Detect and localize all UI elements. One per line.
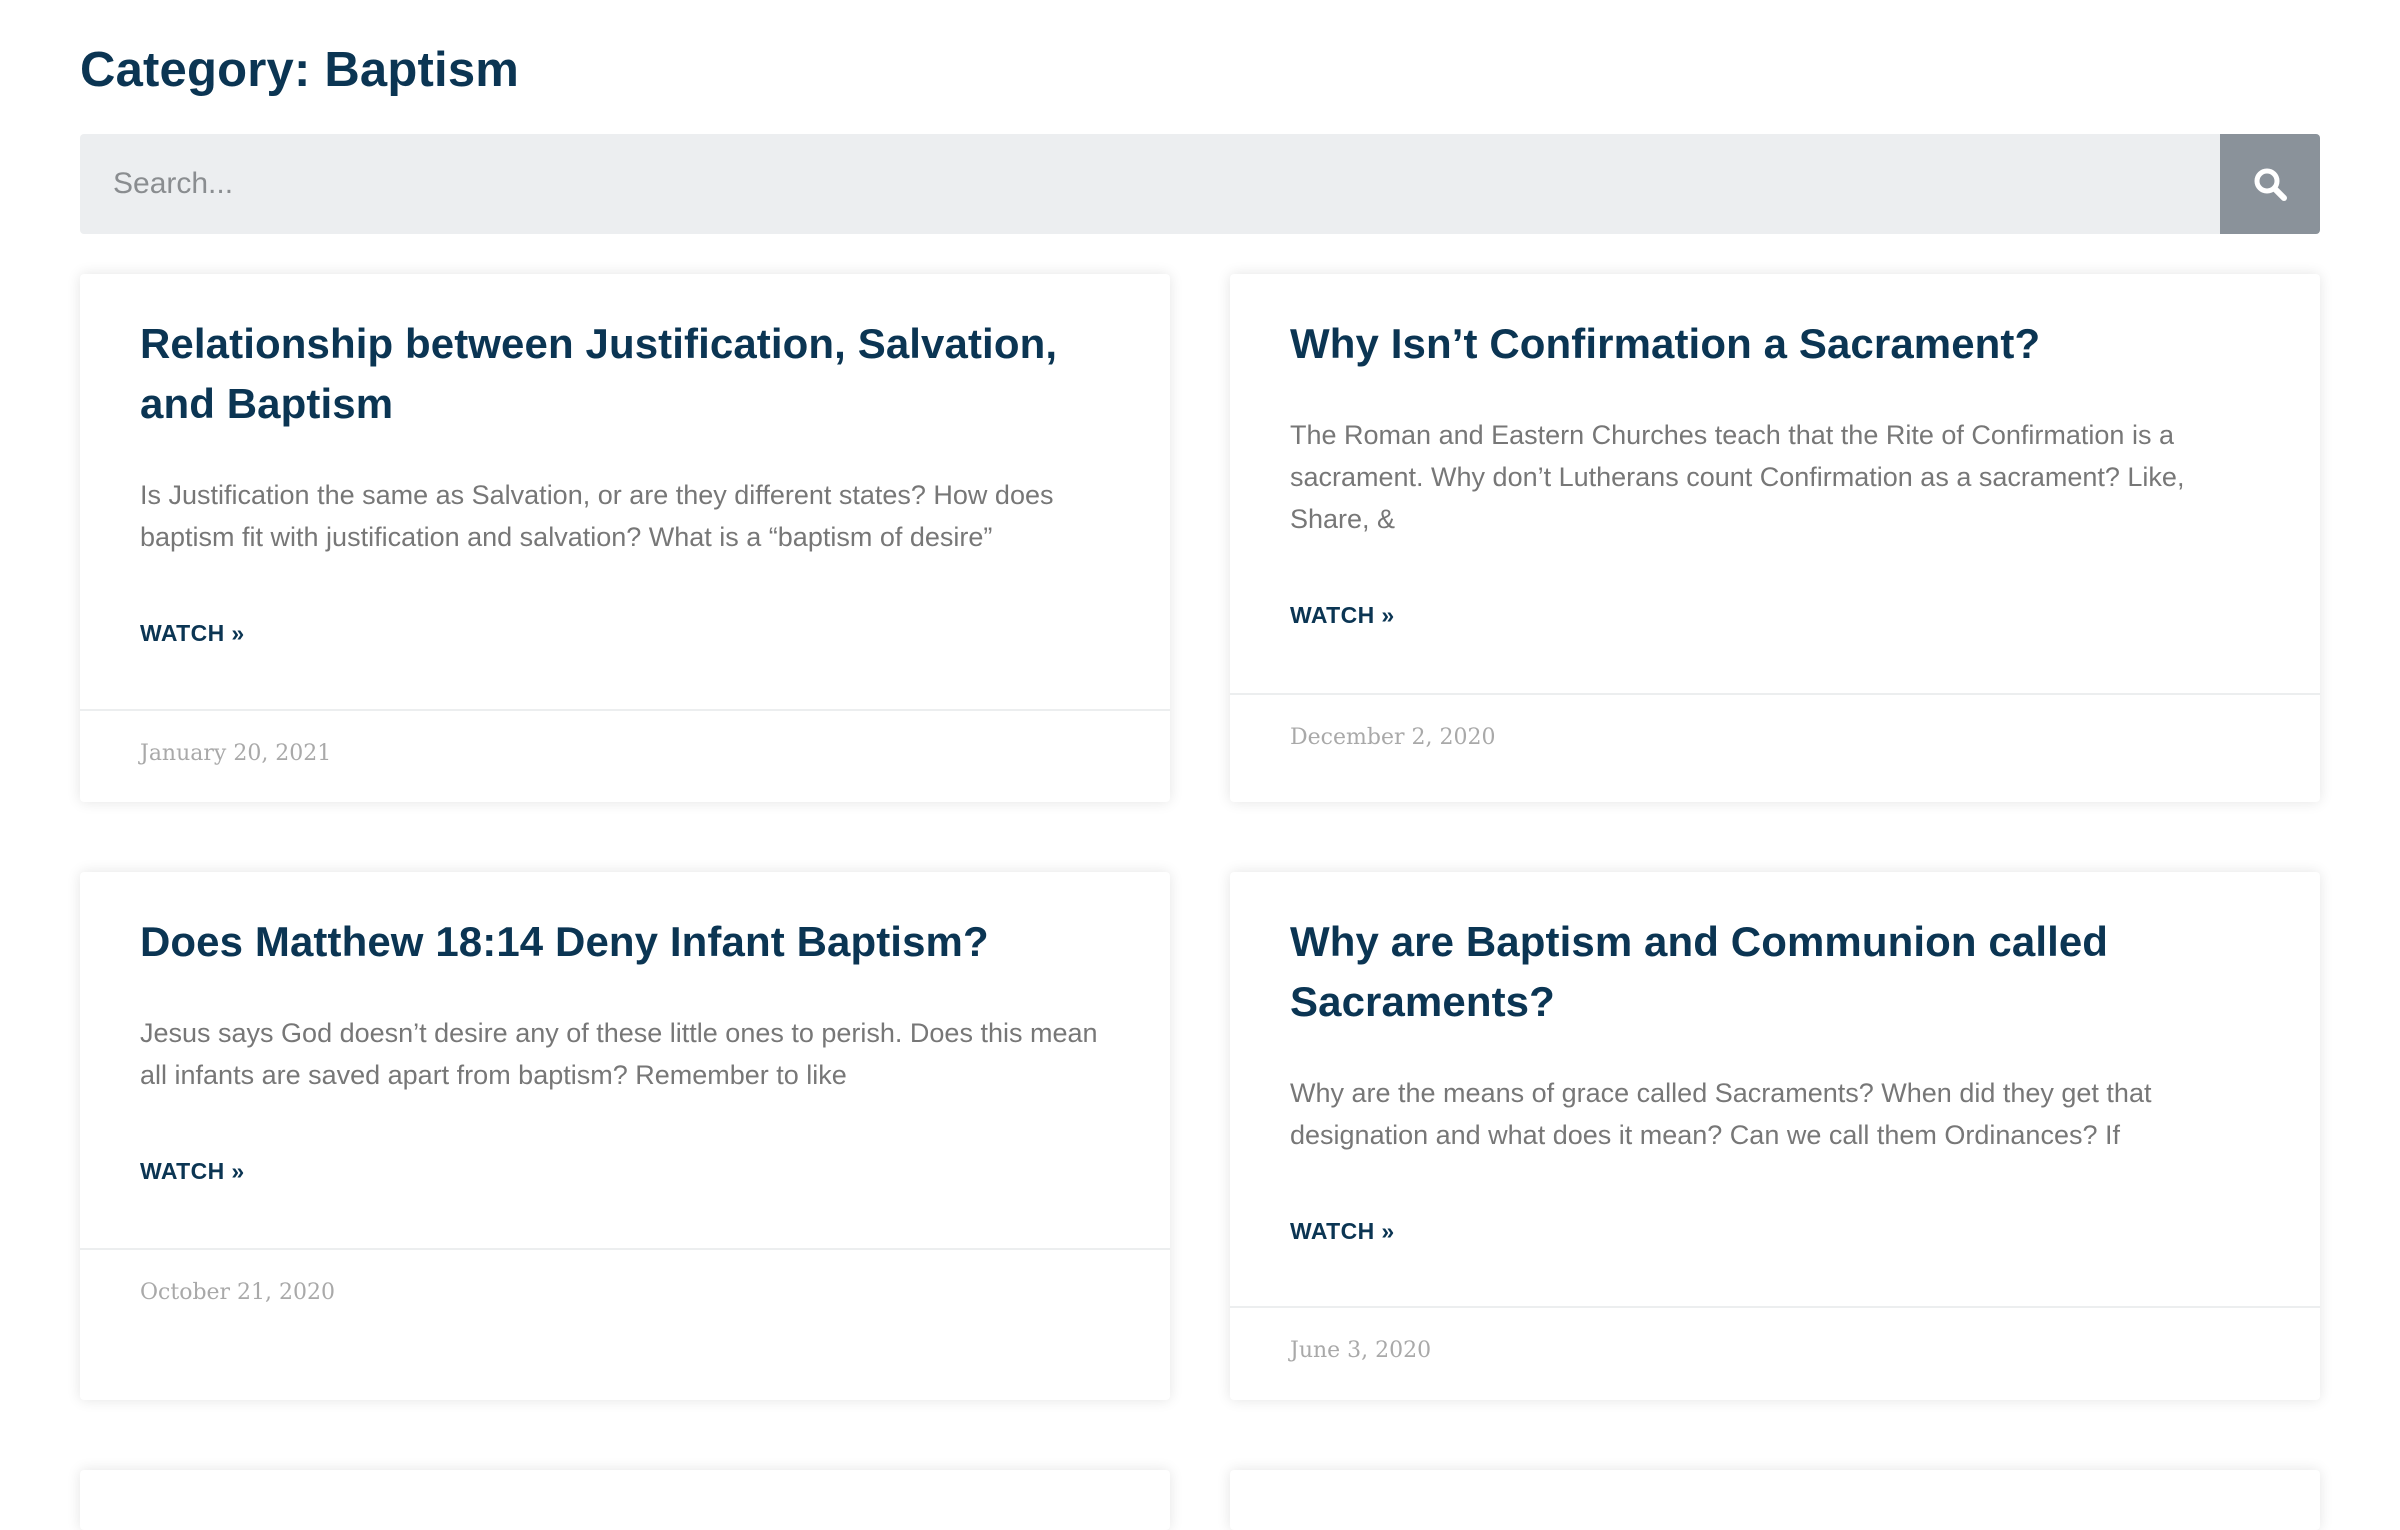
post-meta: December 2, 2020 (1230, 693, 2320, 802)
watch-link[interactable]: WATCH » (1290, 1218, 1395, 1245)
search-button[interactable] (2220, 134, 2320, 234)
post-excerpt: Jesus says God doesn’t desire any of the… (140, 1018, 1098, 1090)
post-excerpt: The Roman and Eastern Churches teach tha… (1290, 420, 2185, 534)
search-form (80, 134, 2320, 234)
post-excerpt: Why are the means of grace called Sacram… (1290, 1078, 2152, 1150)
post-title[interactable]: Relationship between Justification, Salv… (140, 314, 1110, 434)
post-date: December 2, 2020 (1290, 725, 1496, 750)
post-title[interactable]: Why Isn’t Confirmation a Sacrament? (1290, 314, 2260, 374)
post-excerpt: Is Justification the same as Salvation, … (140, 480, 1054, 552)
post-card: Why are Baptism and Communion called Sac… (1230, 872, 2320, 1400)
watch-link[interactable]: WATCH » (1290, 602, 1395, 629)
post-card: Why Isn’t Confirmation a Sacrament? The … (1230, 274, 2320, 802)
post-date: October 21, 2020 (140, 1280, 336, 1305)
post-meta: June 3, 2020 (1230, 1306, 2320, 1400)
post-date: June 3, 2020 (1290, 1338, 1432, 1363)
page-title: Category: Baptism (80, 43, 520, 97)
post-title[interactable]: Why are Baptism and Communion called Sac… (1290, 912, 2260, 1032)
post-meta: October 21, 2020 (80, 1248, 1170, 1400)
watch-link[interactable]: WATCH » (140, 620, 245, 647)
search-icon (2252, 166, 2288, 202)
post-meta: January 20, 2021 (80, 709, 1170, 802)
post-card: Does Matthew 18:14 Deny Infant Baptism? … (80, 872, 1170, 1400)
post-card (80, 1470, 1170, 1530)
search-input[interactable] (80, 134, 2220, 234)
watch-link[interactable]: WATCH » (140, 1158, 245, 1185)
post-title[interactable]: Does Matthew 18:14 Deny Infant Baptism? (140, 912, 1110, 972)
post-card (1230, 1470, 2320, 1530)
post-date: January 20, 2021 (140, 741, 332, 766)
post-card: Relationship between Justification, Salv… (80, 274, 1170, 802)
